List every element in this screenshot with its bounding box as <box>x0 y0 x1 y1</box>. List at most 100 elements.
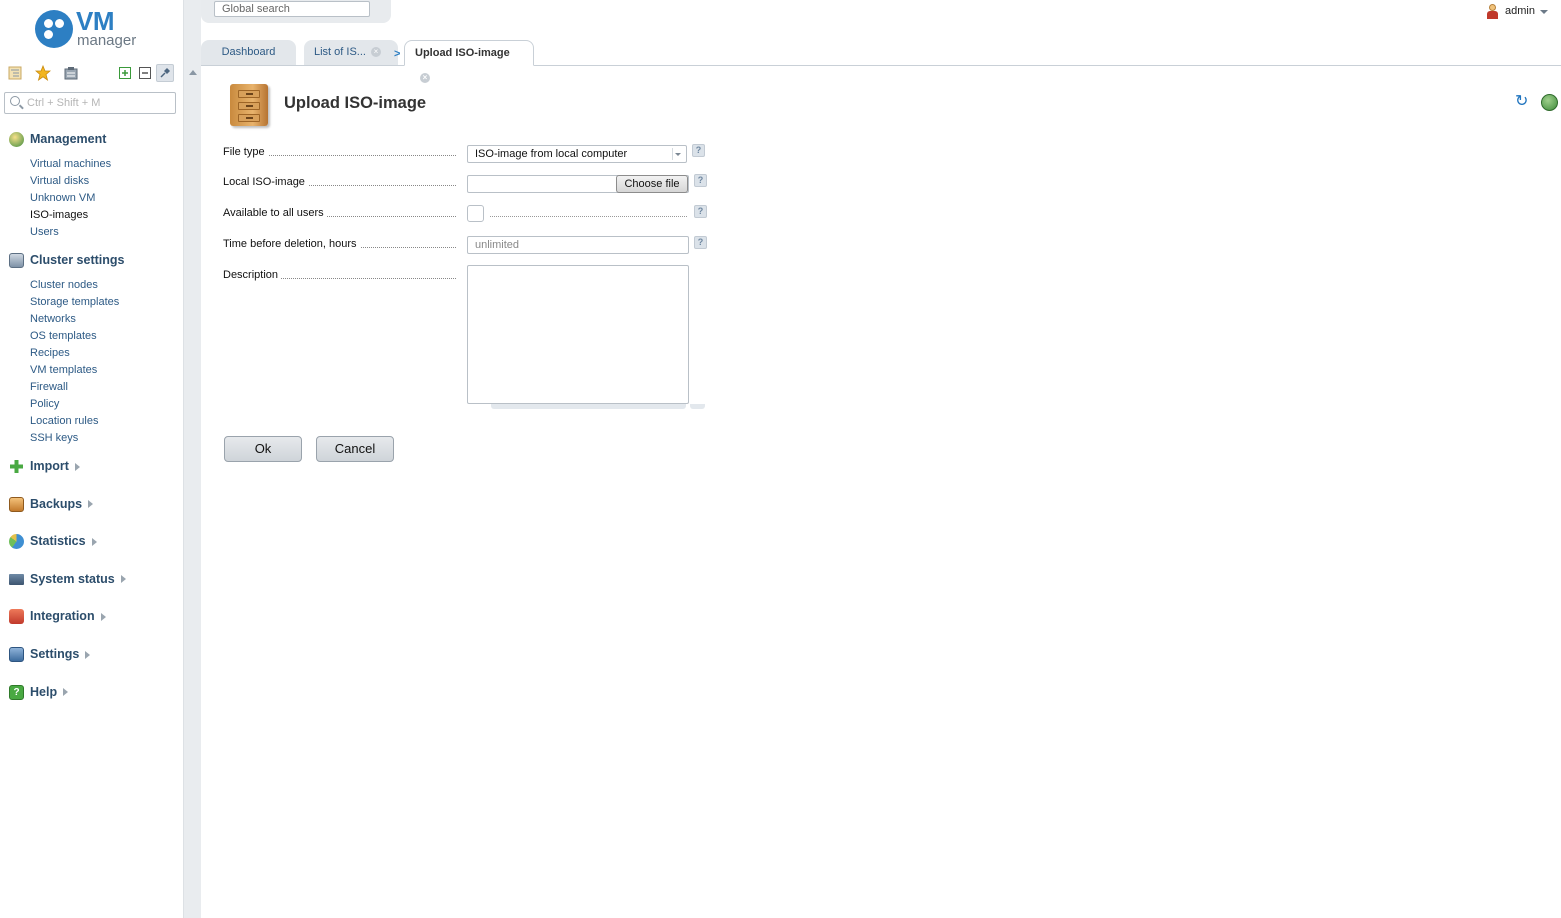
settings-icon <box>9 646 24 662</box>
file-cabinet-icon <box>226 80 272 128</box>
sidebar-search-input[interactable] <box>27 95 172 111</box>
available-all-checkbox[interactable] <box>467 205 484 222</box>
expand-arrow-icon <box>74 462 80 471</box>
sidebar: VM manager Management <box>0 0 183 918</box>
file-type-label: File type <box>223 146 268 158</box>
sidebar-item-virtual-disks[interactable]: Virtual disks <box>30 173 183 190</box>
tab-list-of-iso[interactable]: List of IS... × <box>304 40 398 65</box>
menu-group-settings[interactable]: Settings <box>0 643 183 665</box>
sidebar-item-location-rules[interactable]: Location rules <box>30 413 183 430</box>
menu-group-title-management[interactable]: Management <box>0 128 183 150</box>
menu-group-import[interactable]: Import <box>0 455 183 477</box>
sidebar-menu: Management Virtual machines Virtual disk… <box>0 128 183 718</box>
sidebar-item-storage-templates[interactable]: Storage templates <box>30 294 183 311</box>
logo-dot <box>44 30 53 39</box>
pin-icon[interactable] <box>156 64 174 82</box>
vm-manager-logo[interactable]: VM manager <box>35 6 155 52</box>
clipboard-icon[interactable] <box>62 64 80 82</box>
main-content: Upload ISO-image ↻ File type ISO-image f… <box>201 66 1561 918</box>
file-type-value: ISO-image from local computer <box>475 148 628 160</box>
file-type-select[interactable]: ISO-image from local computer <box>467 145 687 163</box>
statistics-icon <box>9 534 24 550</box>
sidebar-item-policy[interactable]: Policy <box>30 396 183 413</box>
time-before-deletion-input[interactable] <box>467 236 689 254</box>
user-name: admin <box>1505 5 1535 17</box>
menu-group-cluster-settings: Cluster settings Cluster nodes Storage t… <box>0 249 183 455</box>
menu-group-label: Integration <box>30 609 95 624</box>
expand-all-icon[interactable] <box>116 64 134 82</box>
expand-arrow-icon <box>63 688 69 697</box>
sidebar-item-firewall[interactable]: Firewall <box>30 379 183 396</box>
expand-arrow-icon <box>85 650 91 659</box>
page-title: Upload ISO-image <box>284 94 427 112</box>
logo-dot <box>55 19 64 28</box>
textarea-resize-handle[interactable] <box>690 404 705 409</box>
user-menu[interactable]: admin <box>1486 2 1548 20</box>
expand-arrow-icon <box>88 500 94 509</box>
menu-group-backups[interactable]: Backups <box>0 493 183 515</box>
tab-dashboard[interactable]: Dashboard <box>201 40 296 65</box>
management-icon <box>9 132 24 147</box>
textarea-resize-bar[interactable] <box>491 404 686 409</box>
menu-items-cluster-settings: Cluster nodes Storage templates Networks… <box>0 271 183 455</box>
sidebar-scrollbar[interactable] <box>183 0 201 918</box>
search-icon <box>10 96 20 106</box>
refresh-icon[interactable]: ↻ <box>1515 94 1531 110</box>
available-all-help-icon[interactable]: ? <box>694 205 707 218</box>
menu-group-label: Settings <box>30 646 80 661</box>
backups-icon <box>9 496 24 512</box>
menu-group-integration[interactable]: Integration <box>0 605 183 627</box>
collapse-all-icon[interactable] <box>136 64 154 82</box>
menu-group-label: Cluster settings <box>30 253 125 267</box>
local-iso-help-icon[interactable]: ? <box>694 174 707 187</box>
globe-icon[interactable] <box>1541 94 1558 111</box>
menu-group-help[interactable]: ? Help <box>0 681 183 703</box>
sidebar-item-recipes[interactable]: Recipes <box>30 345 183 362</box>
menu-group-statistics[interactable]: Statistics <box>0 530 183 552</box>
tab-label: Dashboard <box>221 46 276 58</box>
choose-file-button[interactable]: Choose file <box>616 175 688 193</box>
cancel-button[interactable]: Cancel <box>316 436 394 462</box>
sidebar-item-iso-images[interactable]: ISO-images <box>30 207 183 224</box>
local-iso-file-input[interactable]: Choose file <box>467 175 689 193</box>
time-before-deletion-label: Time before deletion, hours <box>223 238 360 250</box>
time-before-deletion-help-icon[interactable]: ? <box>694 236 707 249</box>
tab-label: List of IS... <box>314 46 366 58</box>
sidebar-item-ssh-keys[interactable]: SSH keys <box>30 430 183 447</box>
available-all-label: Available to all users <box>223 207 327 219</box>
sidebar-item-os-templates[interactable]: OS templates <box>30 328 183 345</box>
sidebar-item-vm-templates[interactable]: VM templates <box>30 362 183 379</box>
file-type-help-icon[interactable]: ? <box>692 144 705 157</box>
scroll-up-icon[interactable] <box>189 70 197 75</box>
sidebar-item-users[interactable]: Users <box>30 224 183 241</box>
description-textarea[interactable] <box>467 265 689 404</box>
cluster-settings-icon <box>9 253 24 268</box>
user-avatar-icon <box>1486 3 1499 19</box>
sidebar-item-unknown-vm[interactable]: Unknown VM <box>30 190 183 207</box>
expand-arrow-icon <box>91 537 97 546</box>
tab-upload-iso-image[interactable]: Upload ISO-image× <box>404 40 534 84</box>
menu-group-label: Help <box>30 684 58 699</box>
favorites-star-icon[interactable] <box>34 64 52 82</box>
tree-view-icon[interactable] <box>6 64 24 82</box>
menu-group-label: Import <box>30 459 69 473</box>
menu-group-title-cluster-settings[interactable]: Cluster settings <box>0 249 183 271</box>
global-search-bar <box>201 0 391 23</box>
tab-bar: Dashboard List of IS... × > Upload ISO-im… <box>201 40 1561 84</box>
sidebar-item-networks[interactable]: Networks <box>30 311 183 328</box>
menu-group-label: Statistics <box>30 534 86 549</box>
ok-button[interactable]: Ok <box>224 436 302 462</box>
menu-items-management: Virtual machines Virtual disks Unknown V… <box>0 150 183 249</box>
logo-secondary-text: manager <box>77 32 137 49</box>
menu-group-system-status[interactable]: System status <box>0 568 183 590</box>
chevron-down-icon <box>672 148 684 160</box>
sidebar-item-cluster-nodes[interactable]: Cluster nodes <box>30 277 183 294</box>
sidebar-item-virtual-machines[interactable]: Virtual machines <box>30 156 183 173</box>
chevron-down-icon <box>1539 10 1548 14</box>
global-search-input[interactable] <box>214 1 370 17</box>
expand-arrow-icon <box>120 575 126 584</box>
menu-group-management: Management Virtual machines Virtual disk… <box>0 128 183 249</box>
menu-group-label: System status <box>30 571 115 586</box>
integration-icon <box>9 609 24 625</box>
close-icon[interactable]: × <box>370 47 381 58</box>
